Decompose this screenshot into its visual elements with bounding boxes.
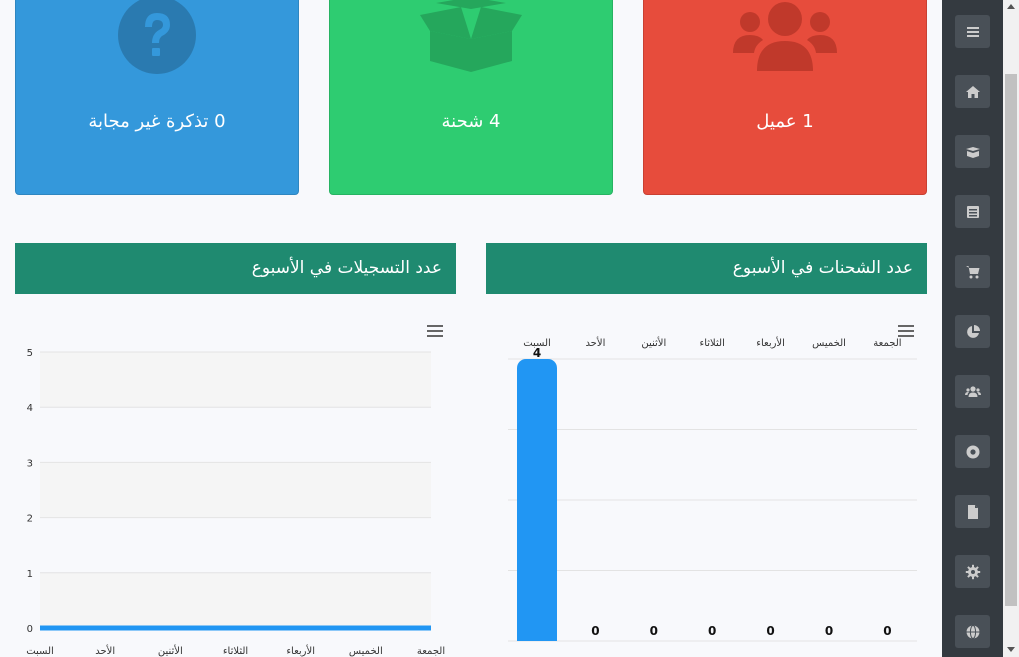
data-label: 0 <box>591 624 599 638</box>
x-tick-label: الثلاثاء <box>223 646 248 657</box>
scroll-down-arrow[interactable] <box>1007 647 1015 652</box>
data-label: 4 <box>533 346 541 360</box>
data-label: 0 <box>883 624 891 638</box>
sidebar-item-support[interactable] <box>955 435 990 468</box>
list-icon <box>966 205 979 218</box>
shipments-label: 4 شحنة <box>441 111 501 132</box>
x-tick-label: الأثنين <box>158 644 183 657</box>
globe-icon <box>966 624 979 639</box>
x-tick-label: الأحد <box>95 644 115 657</box>
x-tick-label: الأثنين <box>641 336 666 349</box>
clients-card[interactable]: 1 عميل <box>643 0 927 195</box>
y-tick-label: 2 <box>27 514 33 525</box>
y-tick-label: 5 <box>27 348 33 359</box>
scrollbar-thumb[interactable] <box>1005 74 1017 606</box>
gear-icon <box>965 564 980 579</box>
pie-chart-icon <box>966 324 980 338</box>
tickets-card[interactable]: 0 تذكرة غير مجابة <box>15 0 299 195</box>
registrations-panel-title: عدد التسجيلات في الأسبوع <box>15 243 456 294</box>
x-tick-label: الأربعاء <box>756 336 785 349</box>
data-label: 0 <box>650 624 658 638</box>
sidebar-item-reports[interactable] <box>955 315 990 348</box>
sidebar-item-documents[interactable] <box>955 495 990 528</box>
sidebar-item-settings[interactable] <box>955 555 990 588</box>
x-tick-label: الخميس <box>812 338 846 349</box>
bar <box>517 359 557 641</box>
plot-band <box>40 572 431 628</box>
users-icon <box>733 2 837 71</box>
lifebuoy-icon <box>966 445 979 458</box>
x-tick-label: الثلاثاء <box>700 338 725 349</box>
x-tick-label: الأحد <box>585 336 605 349</box>
y-tick-label: 4 <box>27 403 33 414</box>
shipments-panel-title: عدد الشحنات في الأسبوع <box>486 243 927 294</box>
plot-band <box>40 407 431 463</box>
sidebar-item-cart[interactable] <box>955 255 990 288</box>
scroll-up-arrow[interactable] <box>1007 4 1015 9</box>
sidebar-item-language[interactable] <box>955 615 990 648</box>
registrations-chart: 0 1 2 3 4 5 السبت الأحد الأثنين الثلاثاء الأربعاء ا… <box>26 348 445 657</box>
x-tick-label: الأربعاء <box>286 644 315 657</box>
sidebar-item-users[interactable] <box>955 375 990 408</box>
data-label: 0 <box>708 624 716 638</box>
file-icon <box>967 504 978 519</box>
data-label: 0 <box>766 624 774 638</box>
clients-label: 1 عميل <box>756 111 814 132</box>
sidebar-item-home[interactable] <box>955 75 990 108</box>
x-tick-label: الخميس <box>349 646 383 657</box>
tickets-label: 0 تذكرة غير مجابة <box>88 111 226 132</box>
data-label: 0 <box>825 624 833 638</box>
box-icon <box>965 146 980 158</box>
bar-base <box>517 631 557 641</box>
shipments-card[interactable]: 4 شحنة <box>329 0 613 195</box>
users-icon <box>964 385 981 397</box>
y-tick-label: 3 <box>27 458 33 469</box>
plot-band <box>40 462 431 518</box>
y-tick-label: 1 <box>27 569 33 580</box>
sidebar-menu-toggle[interactable] <box>955 15 990 48</box>
sidebar <box>942 0 1003 657</box>
x-tick-label: السبت <box>26 646 54 657</box>
x-tick-label: الجمعة <box>417 646 445 657</box>
sidebar-item-list[interactable] <box>955 195 990 228</box>
menu-icon <box>966 26 979 37</box>
plot-band <box>40 517 431 573</box>
home-icon <box>965 85 980 98</box>
x-tick-label: الجمعة <box>873 338 901 349</box>
sidebar-item-shipments[interactable] <box>955 135 990 168</box>
y-tick-label: 0 <box>27 624 33 635</box>
question-circle-icon <box>118 0 196 74</box>
cart-icon <box>965 265 979 278</box>
open-box-icon <box>420 0 522 72</box>
shipments-chart: السبت4الأحد0الأثنين0الثلاثاء0الأربعاء0ال… <box>508 336 917 642</box>
plot-band <box>40 352 431 408</box>
